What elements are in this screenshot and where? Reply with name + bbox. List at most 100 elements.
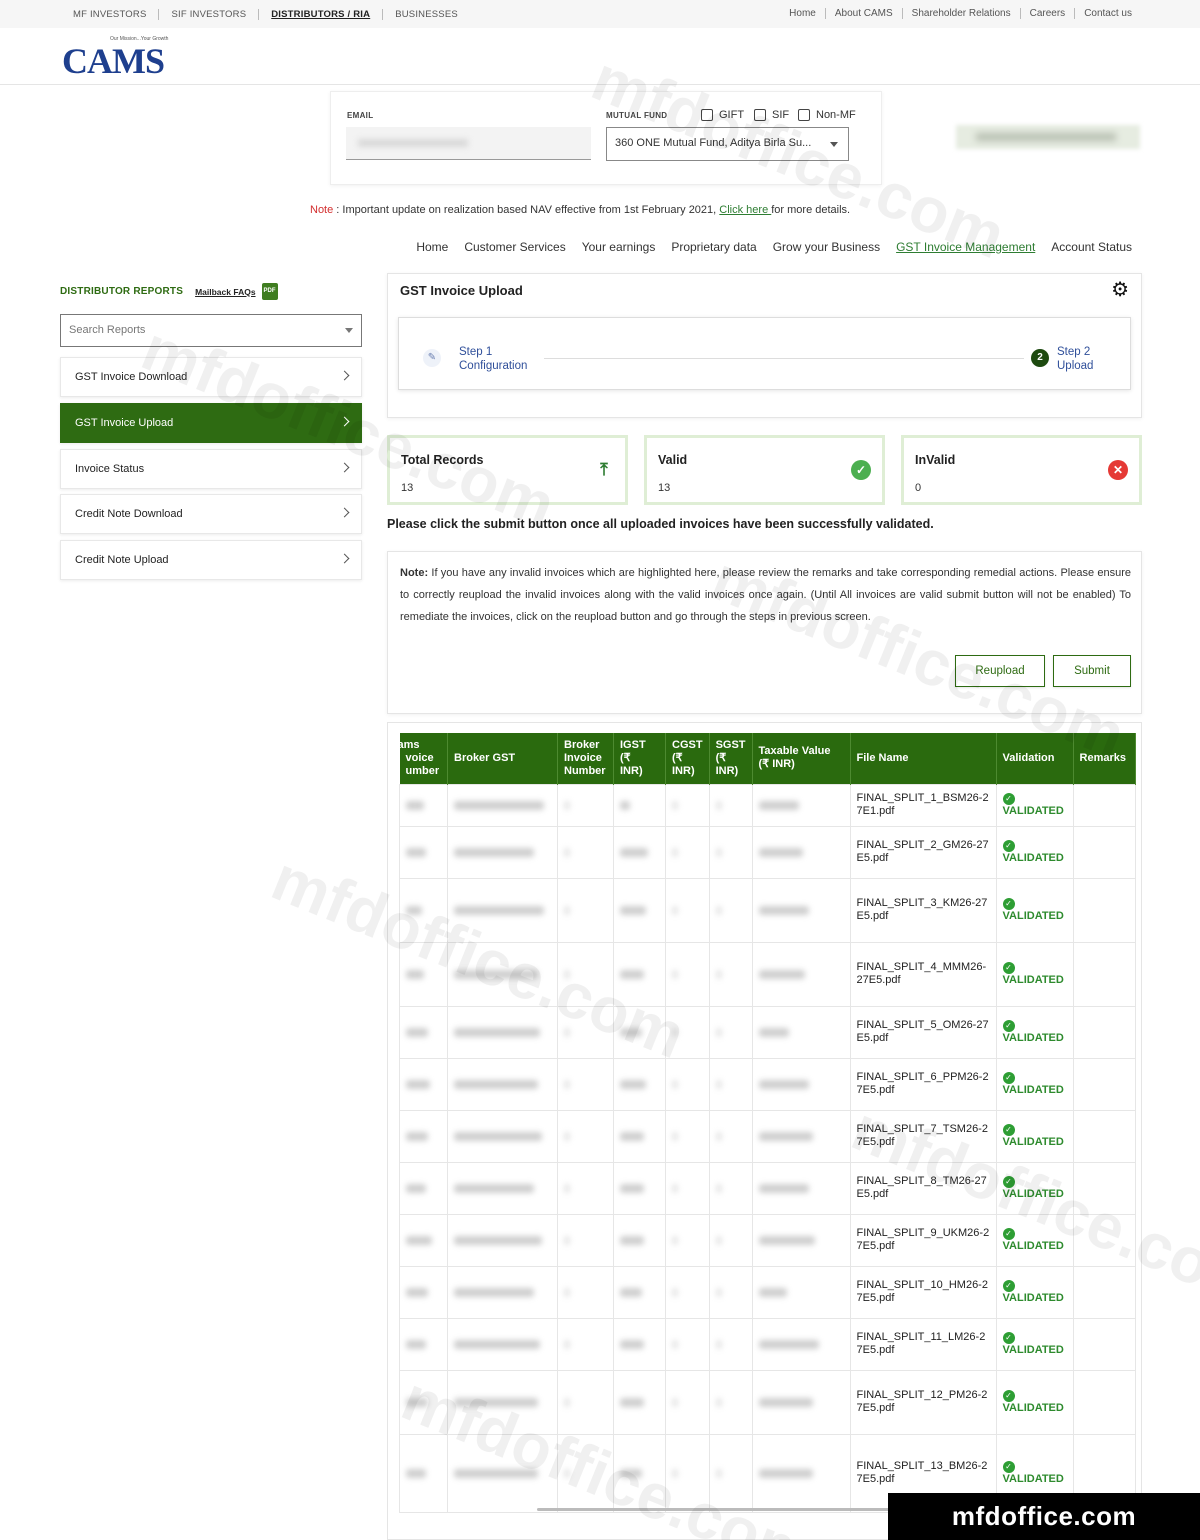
x-circle-icon: ✕	[1108, 460, 1128, 480]
redacted-cell	[557, 941, 614, 1007]
redacted-cell	[557, 1265, 614, 1319]
nav-item[interactable]: Grow your Business	[773, 240, 880, 254]
remarks-cell	[1072, 877, 1136, 943]
nav-item[interactable]: Account Status	[1051, 240, 1132, 254]
redacted-cell	[613, 877, 666, 943]
redacted-cell	[708, 783, 753, 827]
redacted-cell	[557, 1317, 614, 1371]
remarks-cell	[1072, 1265, 1136, 1319]
sidebar-item[interactable]: GST Invoice Download	[60, 357, 362, 397]
brand-badge: mfdoffice.com	[888, 1493, 1200, 1540]
file-name-cell: FINAL_SPLIT_5_OM26-27E5.pdf	[849, 1005, 997, 1059]
check-circle-icon: ✓	[1002, 962, 1015, 974]
sif-checkbox[interactable]: SIF	[754, 109, 789, 121]
sidebar-title: DISTRIBUTOR REPORTS	[60, 286, 184, 297]
validation-status: VALIDATED	[1002, 1292, 1064, 1304]
redacted-cell	[708, 1005, 753, 1059]
column-header: CGST (₹ INR)	[665, 733, 710, 784]
search-reports-select[interactable]: Search Reports	[60, 314, 362, 347]
column-header: IGST (₹ INR)	[613, 733, 666, 784]
validation-status: VALIDATED	[1002, 1344, 1064, 1356]
sidebar-item[interactable]: GST Invoice Upload	[60, 403, 362, 443]
file-name-cell: FINAL_SPLIT_1_BSM26-27E1.pdf	[849, 783, 997, 827]
stepper: ✎ Step 1 Configuration 2 Step 2 Upload	[398, 317, 1131, 390]
chevron-right-icon	[339, 462, 350, 473]
redacted-cell	[399, 1109, 448, 1163]
remarks-cell	[1072, 1213, 1136, 1267]
corporate-link[interactable]: Shareholder Relations	[903, 8, 1021, 19]
check-circle-icon: ✓	[1002, 1072, 1015, 1084]
redacted-cell	[557, 783, 614, 827]
redacted-cell	[751, 1161, 851, 1215]
audience-link[interactable]: SIF INVESTORS	[159, 9, 260, 20]
redacted-cell	[613, 825, 666, 879]
gift-checkbox[interactable]: GIFT	[701, 109, 744, 121]
panel-title: GST Invoice Upload	[400, 283, 523, 298]
redacted-cell	[557, 877, 614, 943]
redacted-cell	[613, 1369, 666, 1435]
step-1[interactable]: Step 1 Configuration	[459, 345, 527, 373]
redacted-cell	[399, 1005, 448, 1059]
sidebar-item-label: GST Invoice Download	[75, 371, 188, 383]
redacted-cell	[665, 1433, 710, 1513]
redacted-cell	[447, 1213, 558, 1267]
chevron-right-icon	[339, 507, 350, 518]
redacted-cell	[751, 877, 851, 943]
file-name-cell: FINAL_SPLIT_9_UKM26-27E5.pdf	[849, 1213, 997, 1267]
nav-item[interactable]: Your earnings	[582, 240, 656, 254]
step-2[interactable]: Step 2 Upload	[1057, 345, 1093, 373]
reupload-button[interactable]: Reupload	[955, 655, 1045, 687]
validation-status: VALIDATED	[1002, 1240, 1064, 1252]
table-row: FINAL_SPLIT_8_TM26-27E5.pdf ✓ VALIDATED	[399, 1161, 1136, 1215]
redacted-cell	[751, 1057, 851, 1111]
audience-link[interactable]: MF INVESTORS	[73, 9, 160, 20]
table-header-row: ams voice umber Broker GST Broker Invoice …	[398, 733, 1136, 784]
redacted-cell	[447, 941, 558, 1007]
email-label: EMAIL	[347, 111, 374, 120]
audience-link[interactable]: BUSINESSES	[383, 9, 470, 20]
validation-cell: ✓ VALIDATED	[995, 825, 1074, 879]
cams-logo[interactable]: Our Mission...Your Growth CAMS	[60, 36, 170, 79]
filter-panel: EMAIL MUTUAL FUND GIFT SIF Non-MF 360 ON…	[330, 91, 882, 185]
corporate-link[interactable]: About CAMS	[826, 8, 903, 19]
redacted-cell	[751, 825, 851, 879]
audience-link[interactable]: DISTRIBUTORS / RIA	[259, 9, 384, 20]
non-mf-checkbox[interactable]: Non-MF	[798, 109, 856, 121]
table-row: FINAL_SPLIT_4_MMM26-27E5.pdf ✓ VALIDATED	[399, 941, 1136, 1007]
email-field[interactable]	[346, 127, 591, 160]
mutual-fund-select[interactable]: 360 ONE Mutual Fund, Aditya Birla Su...	[606, 127, 849, 161]
mailback-faqs-link[interactable]: Mailback FAQs	[195, 287, 255, 297]
nav-item[interactable]: Customer Services	[464, 240, 565, 254]
check-circle-icon: ✓	[1002, 793, 1015, 805]
column-header: Validation	[996, 733, 1074, 784]
redacted-cell	[751, 1005, 851, 1059]
file-name-cell: FINAL_SPLIT_2_GM26-27E5.pdf	[849, 825, 997, 879]
gear-icon[interactable]: ⚙	[1111, 277, 1129, 302]
sidebar-item[interactable]: Credit Note Download	[60, 494, 362, 534]
nav-item[interactable]: GST Invoice Management	[896, 240, 1035, 254]
redacted-cell	[399, 1213, 448, 1267]
column-header: Remarks	[1073, 733, 1136, 784]
redacted-cell	[447, 1265, 558, 1319]
validation-status: VALIDATED	[1002, 1136, 1064, 1148]
remarks-cell	[1072, 1057, 1136, 1111]
pdf-icon[interactable]: PDF	[261, 283, 278, 300]
corporate-link[interactable]: Contact us	[1075, 8, 1132, 19]
submit-button[interactable]: Submit	[1053, 655, 1131, 687]
horizontal-scrollbar[interactable]	[537, 1508, 937, 1511]
sidebar-item[interactable]: Invoice Status	[60, 449, 362, 489]
click-here-link[interactable]: Click here	[719, 204, 771, 216]
column-header: Broker GST	[447, 733, 558, 784]
nav-item[interactable]: Home	[416, 240, 448, 254]
corporate-links: Home About CAMS Shareholder Relations Caree…	[780, 8, 1132, 19]
corporate-link[interactable]: Careers	[1021, 8, 1076, 19]
redacted-cell	[665, 1317, 710, 1371]
corporate-link[interactable]: Home	[780, 8, 826, 19]
validation-cell: ✓ VALIDATED	[995, 1265, 1074, 1319]
table-row: FINAL_SPLIT_11_LM26-27E5.pdf ✓ VALIDATED	[399, 1317, 1136, 1371]
redacted-cell	[665, 1265, 710, 1319]
pencil-icon: ✎	[423, 349, 441, 367]
sidebar-item[interactable]: Credit Note Upload	[60, 540, 362, 580]
column-header: Taxable Value (₹ INR)	[752, 733, 851, 784]
nav-item[interactable]: Proprietary data	[671, 240, 756, 254]
